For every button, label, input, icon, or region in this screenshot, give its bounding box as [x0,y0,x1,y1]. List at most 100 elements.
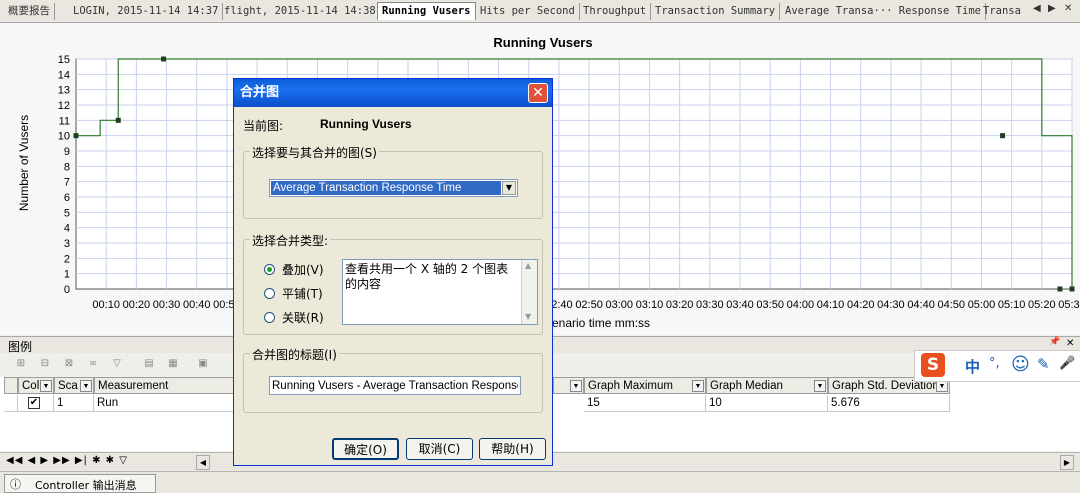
toolbar-icon-2[interactable]: ⊟ [38,357,52,370]
status-bar: ⓘ Controller 输出消息 [0,471,1080,493]
tab-running-vusers[interactable]: Running Vusers [377,2,476,20]
tab-transa[interactable]: Transa [979,3,1025,20]
tab-close-icon[interactable]: ✕ [1064,3,1072,14]
toolbar-icon-3[interactable]: ⊠ [62,357,76,370]
data-point [1069,286,1075,292]
ime-emoji-icon[interactable]: ☺ [1011,354,1030,375]
scroll-up-icon[interactable]: ▲ [525,261,531,270]
filter-icon[interactable]: ▽ [110,357,124,370]
col-header-scale[interactable]: Sca ▼ [54,377,94,394]
radio-tile[interactable] [264,288,275,299]
merge-graph-dialog: 合并图 ✕ 当前图: Running Vusers 选择要与其合并的图(S) A… [233,78,553,466]
toolbar-icon-6[interactable]: ▤ [142,357,156,370]
tab-transaction-summary[interactable]: Transaction Summary [651,3,781,20]
toolbar-icon-4[interactable]: ∞ [86,357,100,370]
scroll-down-icon[interactable]: ▼ [525,312,531,321]
cancel-button[interactable]: 取消(C) [406,438,473,460]
ime-punctuation-icon[interactable]: °, [989,356,1000,371]
tab-prev-icon[interactable]: ◀ [1033,3,1041,14]
y-tick-label: 8 [64,161,70,173]
median-dropdown-icon[interactable]: ▼ [814,380,826,392]
x-tick-label: 03:50 [756,299,784,311]
select-graph-group: 选择要与其合并的图(S) Average Transaction Respons… [243,144,543,219]
col-dropdown-icon[interactable]: ▼ [40,380,52,392]
tab-avg-transaction-response-time[interactable]: Average Transa··· Response Time [781,3,986,20]
graph-select-value: Average Transaction Response Time [271,181,501,195]
y-tick-label: 0 [64,284,70,296]
x-axis-label: enario time mm:ss [552,316,650,330]
radio-overlay-label[interactable]: 叠加(V) [282,261,324,278]
tab-flight[interactable]: flight, 2015-11-14 14:38 [220,3,381,20]
tab-summary-report[interactable]: 概要报告 [4,3,55,20]
table-cell-scale: 1 [54,395,94,412]
toolbar-icon-7[interactable]: ▦ [166,357,180,370]
y-tick-label: 1 [64,269,70,281]
info-icon: ⓘ [10,478,21,491]
tab-login[interactable]: LOGIN, 2015-11-14 14:37 [69,3,224,20]
ime-chinese-mode[interactable]: 中 [965,356,980,377]
y-tick-label: 11 [59,115,70,127]
graph-select[interactable]: Average Transaction Response Time ▼ [269,179,518,197]
scroll-left-icon[interactable]: ◀ [196,455,210,470]
dialog-close-icon[interactable]: ✕ [528,83,548,103]
radio-tile-label[interactable]: 平铺(T) [282,285,323,302]
scroll-right-icon[interactable]: ▶ [1060,455,1074,470]
col-header-graph-maximum[interactable]: Graph Maximum ▼ [584,377,706,394]
tab-throughput[interactable]: Throughput [579,3,652,20]
radio-correlate-label[interactable]: 关联(R) [282,309,324,326]
controller-output-tab[interactable]: ⓘ Controller 输出消息 [4,474,156,493]
row-header [4,377,18,394]
merged-title-group-label: 合并图的标题(I) [250,346,339,363]
ime-mic-icon[interactable]: 🎤 [1059,356,1075,371]
x-tick-label: 04:20 [847,299,875,311]
col-header-col[interactable]: Col ▼ [18,377,54,394]
y-tick-label: 4 [64,223,70,235]
toolbar-icon-1[interactable]: ⊞ [14,357,28,370]
merged-title-input[interactable] [269,376,521,395]
y-tick-label: 2 [64,253,70,265]
hidden-col-dropdown-icon[interactable]: ▼ [570,380,582,392]
sogou-logo-icon[interactable]: S [921,353,945,377]
toolbar-icon-8[interactable]: ▣ [196,357,210,370]
visible-checkbox[interactable]: ✔ [28,397,40,409]
radio-correlate[interactable] [264,312,275,323]
x-tick-label: 00:10 [92,299,120,311]
dialog-title: 合并图 [240,85,280,100]
tab-bar: 概要报告 LOGIN, 2015-11-14 14:37 flight, 201… [0,0,1080,23]
data-point [115,117,121,123]
x-tick-label: 05:30 [1058,299,1080,311]
x-tick-label: 00:40 [183,299,211,311]
y-tick-label: 5 [64,207,70,219]
x-tick-label: 02:50 [575,299,603,311]
ok-button[interactable]: 确定(O) [332,438,399,460]
controller-output-label: Controller 输出消息 [35,479,137,492]
col-header-measurement[interactable]: Measurement [94,377,234,394]
table-row-color[interactable]: ✔ [18,395,54,412]
scale-dropdown-icon[interactable]: ▼ [80,380,92,392]
x-tick-label: 04:50 [938,299,966,311]
data-point [161,56,167,62]
y-tick-label: 15 [58,54,70,66]
ime-pen-icon[interactable]: ✎ [1037,355,1050,373]
x-tick-label: 04:30 [877,299,905,311]
table-cell-graph-maximum: 15 [584,395,706,412]
merged-title-group: 合并图的标题(I) [243,346,543,413]
tab-next-icon[interactable]: ▶ [1048,3,1056,14]
x-tick-label: 03:10 [636,299,664,311]
col-header-graph-median[interactable]: Graph Median ▼ [706,377,828,394]
y-tick-label: 14 [58,69,70,81]
legend-nav-buttons[interactable]: ◀◀ ◀ ▶ ▶▶ ▶| ✱ ✱ ▽ [6,455,128,466]
graph-select-dropdown-icon[interactable]: ▼ [502,181,516,195]
description-scrollbar[interactable]: ▲ ▼ [521,260,537,324]
help-button[interactable]: 帮助(H) [479,438,546,460]
pin-icon[interactable]: 📌 [1049,337,1060,347]
x-tick-label: 04:00 [787,299,815,311]
dialog-title-bar[interactable]: 合并图 [234,79,552,107]
legend-close-icon[interactable]: ✕ [1066,338,1074,349]
tab-hits-per-second[interactable]: Hits per Second [476,3,580,20]
max-dropdown-icon[interactable]: ▼ [692,380,704,392]
radio-overlay[interactable] [264,264,275,275]
y-axis-label: Number of Vusers [17,115,31,211]
merge-type-description: 查看共用一个 X 轴的 2 个图表的内容 ▲ ▼ [342,259,538,325]
col-header-hidden[interactable]: ▼ [553,377,584,394]
